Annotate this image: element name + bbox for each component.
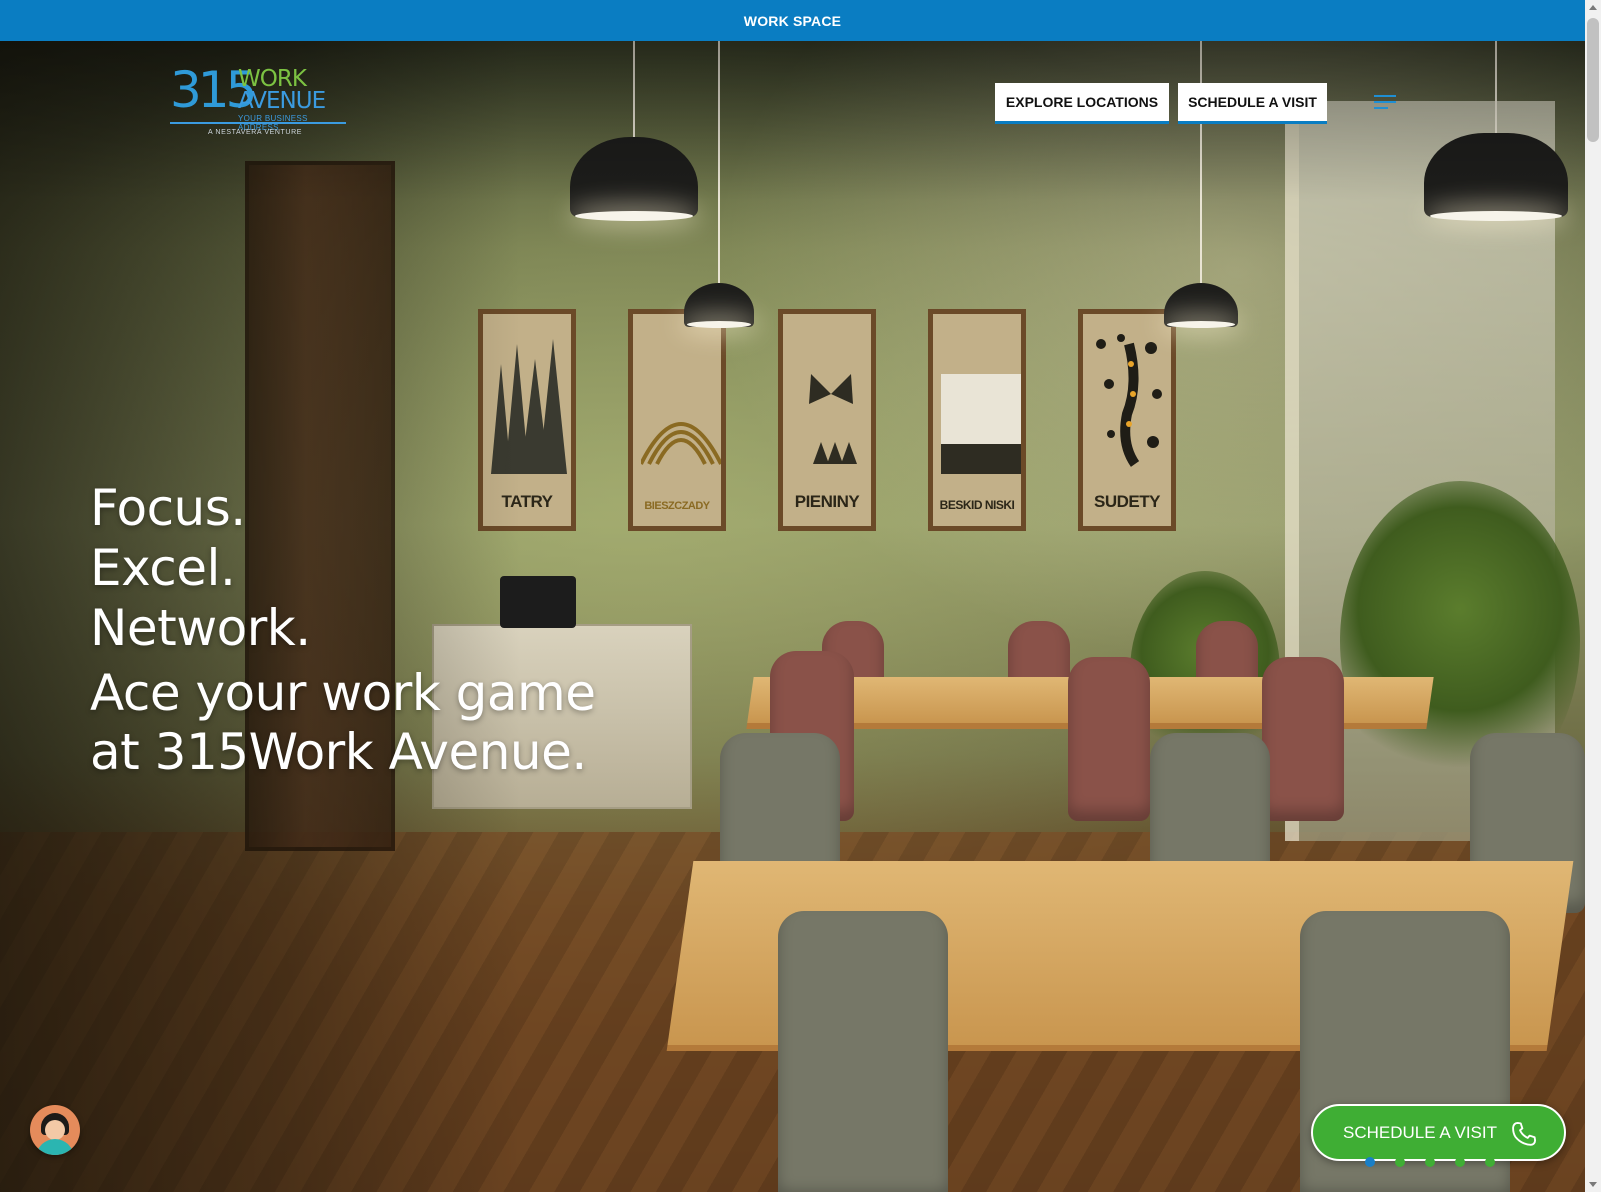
- announcement-bar: WORK SPACE: [0, 0, 1585, 41]
- slider-dot[interactable]: [1485, 1157, 1495, 1167]
- slider-dot[interactable]: [1395, 1157, 1405, 1167]
- poster-label: BIESZCZADY: [644, 500, 710, 512]
- poster-bieszczady: BIESZCZADY: [628, 309, 726, 531]
- headline-line-focus: Focus.: [90, 479, 246, 537]
- cta-label: SCHEDULE A VISIT: [1343, 1122, 1497, 1142]
- logo-divider: [170, 122, 346, 124]
- slider-pagination: [1365, 1157, 1495, 1167]
- slider-dot[interactable]: [1455, 1157, 1465, 1167]
- logo-word-bottom: AVENUE: [238, 88, 326, 114]
- headline-tagline-line-2: at 315Work Avenue.: [90, 723, 587, 781]
- scroll-up-arrow-icon[interactable]: [1589, 5, 1597, 10]
- phone-icon: [1512, 1121, 1537, 1146]
- poster-sudety: SUDETY: [1078, 309, 1176, 531]
- logo-subline: A NESTAVERA VENTURE: [208, 129, 302, 136]
- headline-line-network: Network.: [90, 599, 311, 657]
- poster-label: PIENINY: [794, 492, 860, 511]
- chair: [1068, 657, 1150, 821]
- schedule-visit-nav-button[interactable]: SCHEDULE A VISIT: [1178, 83, 1327, 124]
- page-scrollbar[interactable]: [1585, 0, 1601, 1192]
- poster-beskid-niski: BESKID NISKI: [928, 309, 1026, 531]
- announcement-text: WORK SPACE: [743, 12, 842, 29]
- explore-locations-button[interactable]: EXPLORE LOCATIONS: [995, 83, 1169, 124]
- poster-pieniny: PIENINY: [778, 309, 876, 531]
- hero-headline: Focus. Excel. Network. Ace your work gam…: [90, 478, 596, 782]
- scroll-down-arrow-icon[interactable]: [1589, 1182, 1597, 1187]
- headline-line-excel: Excel.: [90, 539, 236, 597]
- headline-tagline-line-1: Ace your work game: [90, 664, 596, 722]
- scroll-thumb[interactable]: [1587, 18, 1599, 142]
- brand-logo[interactable]: 315 WORK AVENUE YOUR BUSINESS ADDRESS A …: [170, 64, 350, 142]
- hamburger-menu-icon[interactable]: [1374, 95, 1396, 111]
- chair: [778, 911, 948, 1192]
- poster-label: SUDETY: [1094, 492, 1160, 511]
- schedule-visit-cta-button[interactable]: SCHEDULE A VISIT: [1311, 1104, 1566, 1161]
- poster-label: BESKID NISKI: [939, 498, 1015, 512]
- slider-dot[interactable]: [1425, 1157, 1435, 1167]
- logo-word-top: WORK: [238, 66, 307, 92]
- chair: [1262, 657, 1344, 821]
- chat-avatar-icon[interactable]: [30, 1105, 80, 1155]
- slider-dot[interactable]: [1365, 1157, 1375, 1167]
